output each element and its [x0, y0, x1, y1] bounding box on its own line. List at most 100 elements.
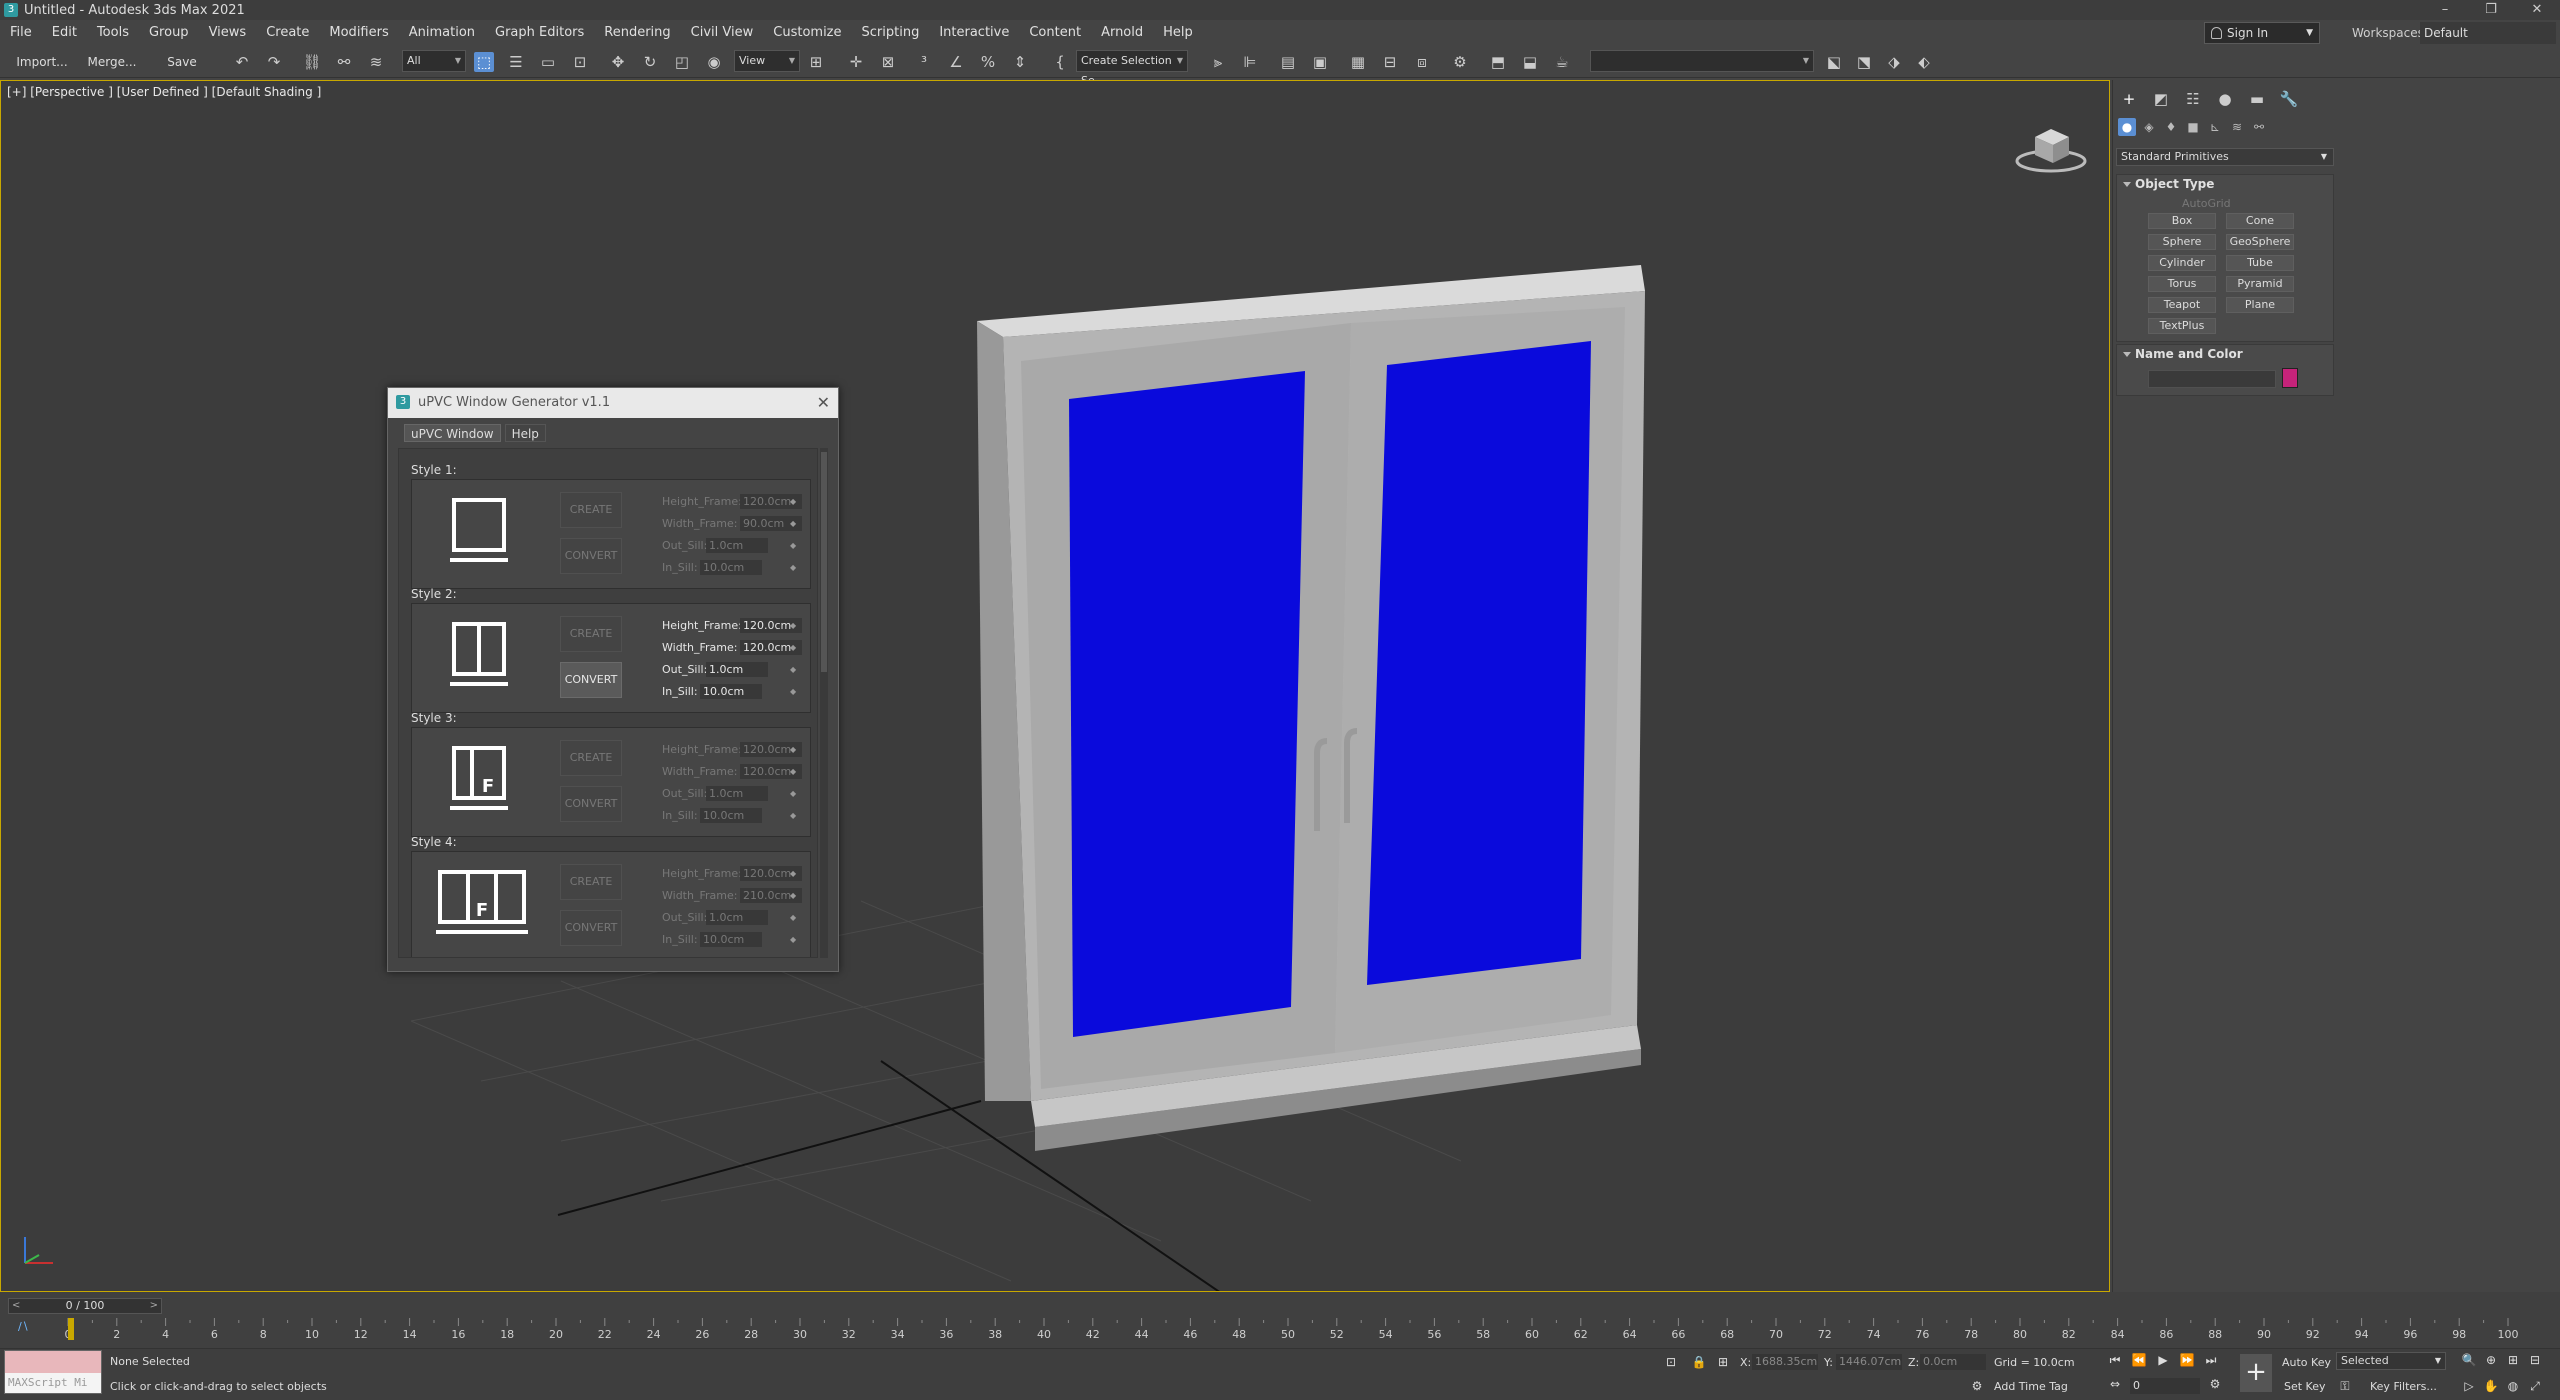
style-1-out-sill-input[interactable]: 1.0cm: [706, 538, 768, 553]
menu-interactive[interactable]: Interactive: [929, 20, 1019, 46]
current-frame-input[interactable]: 0: [2130, 1378, 2200, 1394]
create-panel-icon[interactable]: +: [2118, 88, 2140, 110]
sphere-button[interactable]: Sphere: [2148, 234, 2216, 250]
key-mode-select[interactable]: Selected ▼: [2336, 1352, 2446, 1370]
maxscript-output[interactable]: [5, 1351, 101, 1373]
teapot-button[interactable]: Teapot: [2148, 297, 2216, 313]
menu-animation[interactable]: Animation: [399, 20, 485, 46]
menu-modifiers[interactable]: Modifiers: [319, 20, 398, 46]
scale-icon[interactable]: ◰: [672, 52, 692, 72]
tab-upvc-window[interactable]: uPVC Window: [404, 424, 501, 442]
plane-button[interactable]: Plane: [2226, 297, 2294, 313]
schematic-view-icon[interactable]: ⊟: [1380, 52, 1400, 72]
scrollbar-thumb[interactable]: [821, 452, 827, 672]
menu-help[interactable]: Help: [1153, 20, 1203, 46]
arnold-view-icon[interactable]: ⬗: [1884, 52, 1904, 72]
current-frame-marker[interactable]: [68, 1318, 74, 1340]
bind-space-warp-icon[interactable]: ≋: [366, 52, 386, 72]
geometry-icon[interactable]: ●: [2118, 118, 2136, 136]
object-color-swatch[interactable]: [2282, 368, 2298, 388]
arnold-tools-icon[interactable]: ⬖: [1914, 52, 1934, 72]
shapes-icon[interactable]: ◈: [2140, 118, 2158, 136]
cylinder-button[interactable]: Cylinder: [2148, 255, 2216, 271]
menu-graph-editors[interactable]: Graph Editors: [485, 20, 594, 46]
auto-key-button[interactable]: Auto Key: [2282, 1356, 2331, 1370]
move-icon[interactable]: ✥: [608, 52, 628, 72]
cone-button[interactable]: Cone: [2226, 213, 2294, 229]
previous-frame-icon[interactable]: ⏪: [2130, 1352, 2148, 1368]
menu-tools[interactable]: Tools: [87, 20, 139, 46]
set-key-button[interactable]: Set Key: [2284, 1380, 2326, 1394]
box-button[interactable]: Box: [2148, 213, 2216, 229]
style-2-out-sill-input[interactable]: 1.0cm: [706, 662, 768, 677]
curve-editor-toggle-icon[interactable]: ∕∖: [18, 1320, 42, 1336]
time-tag-icon[interactable]: ⚙: [1968, 1378, 1986, 1394]
named-selection-set-select[interactable]: Create Selection Se▼: [1076, 50, 1188, 87]
modify-panel-icon[interactable]: ◩: [2150, 88, 2172, 110]
pyramid-button[interactable]: Pyramid: [2226, 276, 2294, 292]
spinner-snap-icon[interactable]: ⇕: [1010, 52, 1030, 72]
display-panel-icon[interactable]: ▬: [2246, 88, 2268, 110]
style-4-in-sill-input[interactable]: 10.0cm: [700, 932, 762, 947]
textplus-button[interactable]: TextPlus: [2148, 318, 2216, 334]
menu-views[interactable]: Views: [199, 20, 257, 46]
render-setup-icon[interactable]: ⚙: [1450, 52, 1470, 72]
viewcube-icon[interactable]: [2013, 117, 2089, 177]
style-3-out-sill-input[interactable]: 1.0cm: [706, 786, 768, 801]
go-to-start-icon[interactable]: ⏮: [2106, 1352, 2124, 1368]
zoom-icon[interactable]: 🔍: [2460, 1352, 2478, 1368]
menu-scripting[interactable]: Scripting: [852, 20, 930, 46]
style-1-in-sill-input[interactable]: 10.0cm: [700, 560, 762, 575]
absolute-mode-icon[interactable]: ⊞: [1714, 1354, 1732, 1370]
zoom-extents-icon[interactable]: ⊞: [2504, 1352, 2522, 1368]
undo-icon[interactable]: ↶: [232, 52, 252, 72]
play-icon[interactable]: ▶: [2154, 1352, 2172, 1368]
geosphere-button[interactable]: GeoSphere: [2226, 234, 2294, 250]
render-preset-select[interactable]: ▼: [1590, 50, 1814, 72]
style-3-convert-button[interactable]: CONVERT: [560, 786, 622, 822]
cameras-icon[interactable]: ■: [2184, 118, 2202, 136]
motion-panel-icon[interactable]: ●: [2214, 88, 2236, 110]
isolate-selection-icon[interactable]: ⊡: [1662, 1354, 1680, 1370]
helpers-icon[interactable]: ⊾: [2206, 118, 2224, 136]
x-coordinate-input[interactable]: 1688.35cm: [1752, 1354, 1818, 1370]
menu-civil-view[interactable]: Civil View: [681, 20, 764, 46]
rect-selection-icon[interactable]: ▭: [538, 52, 558, 72]
style-3-in-sill-input[interactable]: 10.0cm: [700, 808, 762, 823]
dialog-close-icon[interactable]: ✕: [817, 388, 830, 418]
merge-button[interactable]: Merge...: [80, 50, 144, 74]
lock-selection-icon[interactable]: 🔒: [1690, 1354, 1708, 1370]
maxscript-input[interactable]: MAXScript Mi: [5, 1373, 101, 1393]
menu-arnold[interactable]: Arnold: [1091, 20, 1153, 46]
unlink-icon[interactable]: ⚯: [334, 52, 354, 72]
reference-coord-select[interactable]: View ▼: [734, 50, 800, 72]
object-name-input[interactable]: [2148, 370, 2276, 388]
tube-button[interactable]: Tube: [2226, 255, 2294, 271]
save-button[interactable]: Save: [160, 50, 204, 74]
dialog-scrollbar[interactable]: [820, 448, 828, 958]
menu-rendering[interactable]: Rendering: [594, 20, 680, 46]
style-2-create-button[interactable]: CREATE: [560, 616, 622, 652]
systems-icon[interactable]: ⚯: [2250, 118, 2268, 136]
layer-explorer-icon[interactable]: ▤: [1278, 52, 1298, 72]
rotate-icon[interactable]: ↻: [640, 52, 660, 72]
menu-edit[interactable]: Edit: [42, 20, 87, 46]
close-button[interactable]: ✕: [2514, 0, 2560, 20]
style-4-create-button[interactable]: CREATE: [560, 864, 622, 900]
maxscript-listener[interactable]: MAXScript Mi: [4, 1350, 102, 1394]
render-icon[interactable]: ⬓: [1520, 52, 1540, 72]
track-bar-ruler[interactable]: 0246810121416182022242628303234363840424…: [60, 1318, 2540, 1340]
primitive-category-select[interactable]: Standard Primitives ▼: [2116, 148, 2334, 166]
menu-file[interactable]: File: [0, 20, 42, 46]
time-slider[interactable]: < 0 / 100 >: [8, 1298, 162, 1314]
keyboard-shortcut-icon[interactable]: ⊠: [878, 52, 898, 72]
space-warps-icon[interactable]: ≋: [2228, 118, 2246, 136]
mirror-icon[interactable]: ⫸: [1208, 52, 1228, 72]
minimize-button[interactable]: –: [2422, 0, 2468, 20]
restore-button[interactable]: ❐: [2468, 0, 2514, 20]
key-mode-icon[interactable]: ⇔: [2106, 1376, 2124, 1392]
import-button[interactable]: Import...: [12, 50, 72, 74]
material-editor-icon[interactable]: ⧈: [1412, 52, 1432, 72]
ribbon-icon[interactable]: ▣: [1310, 52, 1330, 72]
style-3-create-button[interactable]: CREATE: [560, 740, 622, 776]
